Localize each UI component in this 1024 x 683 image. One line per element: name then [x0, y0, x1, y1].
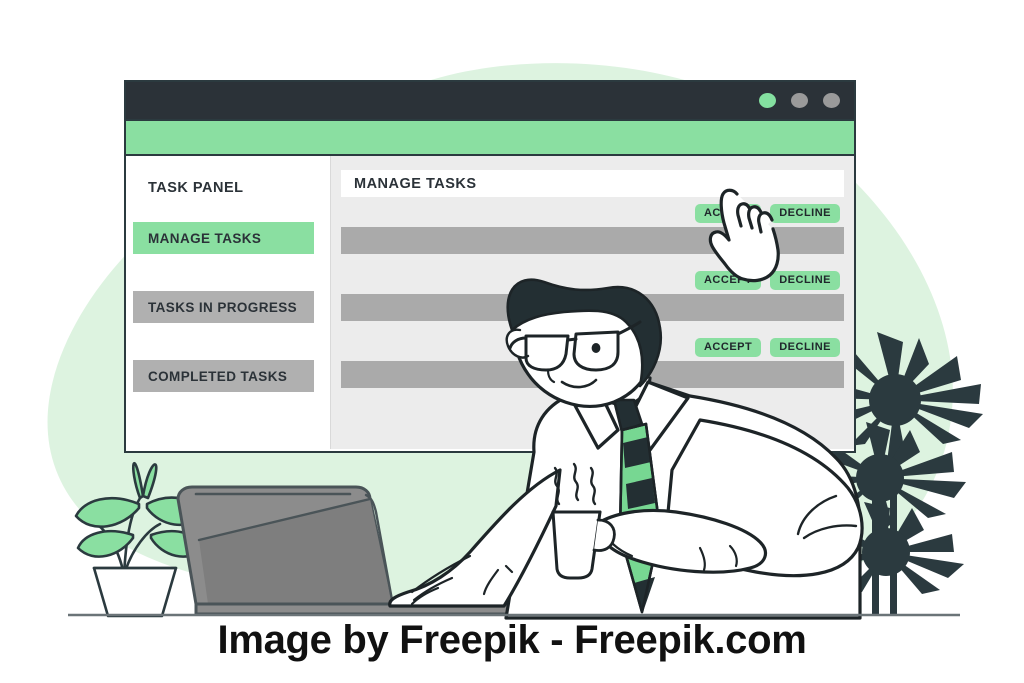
desk-line: [68, 613, 960, 617]
attribution-caption: Image by Freepik - Freepik.com: [217, 618, 807, 662]
screenshot-stage: TASK PANEL MANAGE TASKS TASKS IN PROGRES…: [0, 0, 1024, 683]
illustration-scene: TASK PANEL MANAGE TASKS TASKS IN PROGRES…: [0, 0, 1024, 683]
